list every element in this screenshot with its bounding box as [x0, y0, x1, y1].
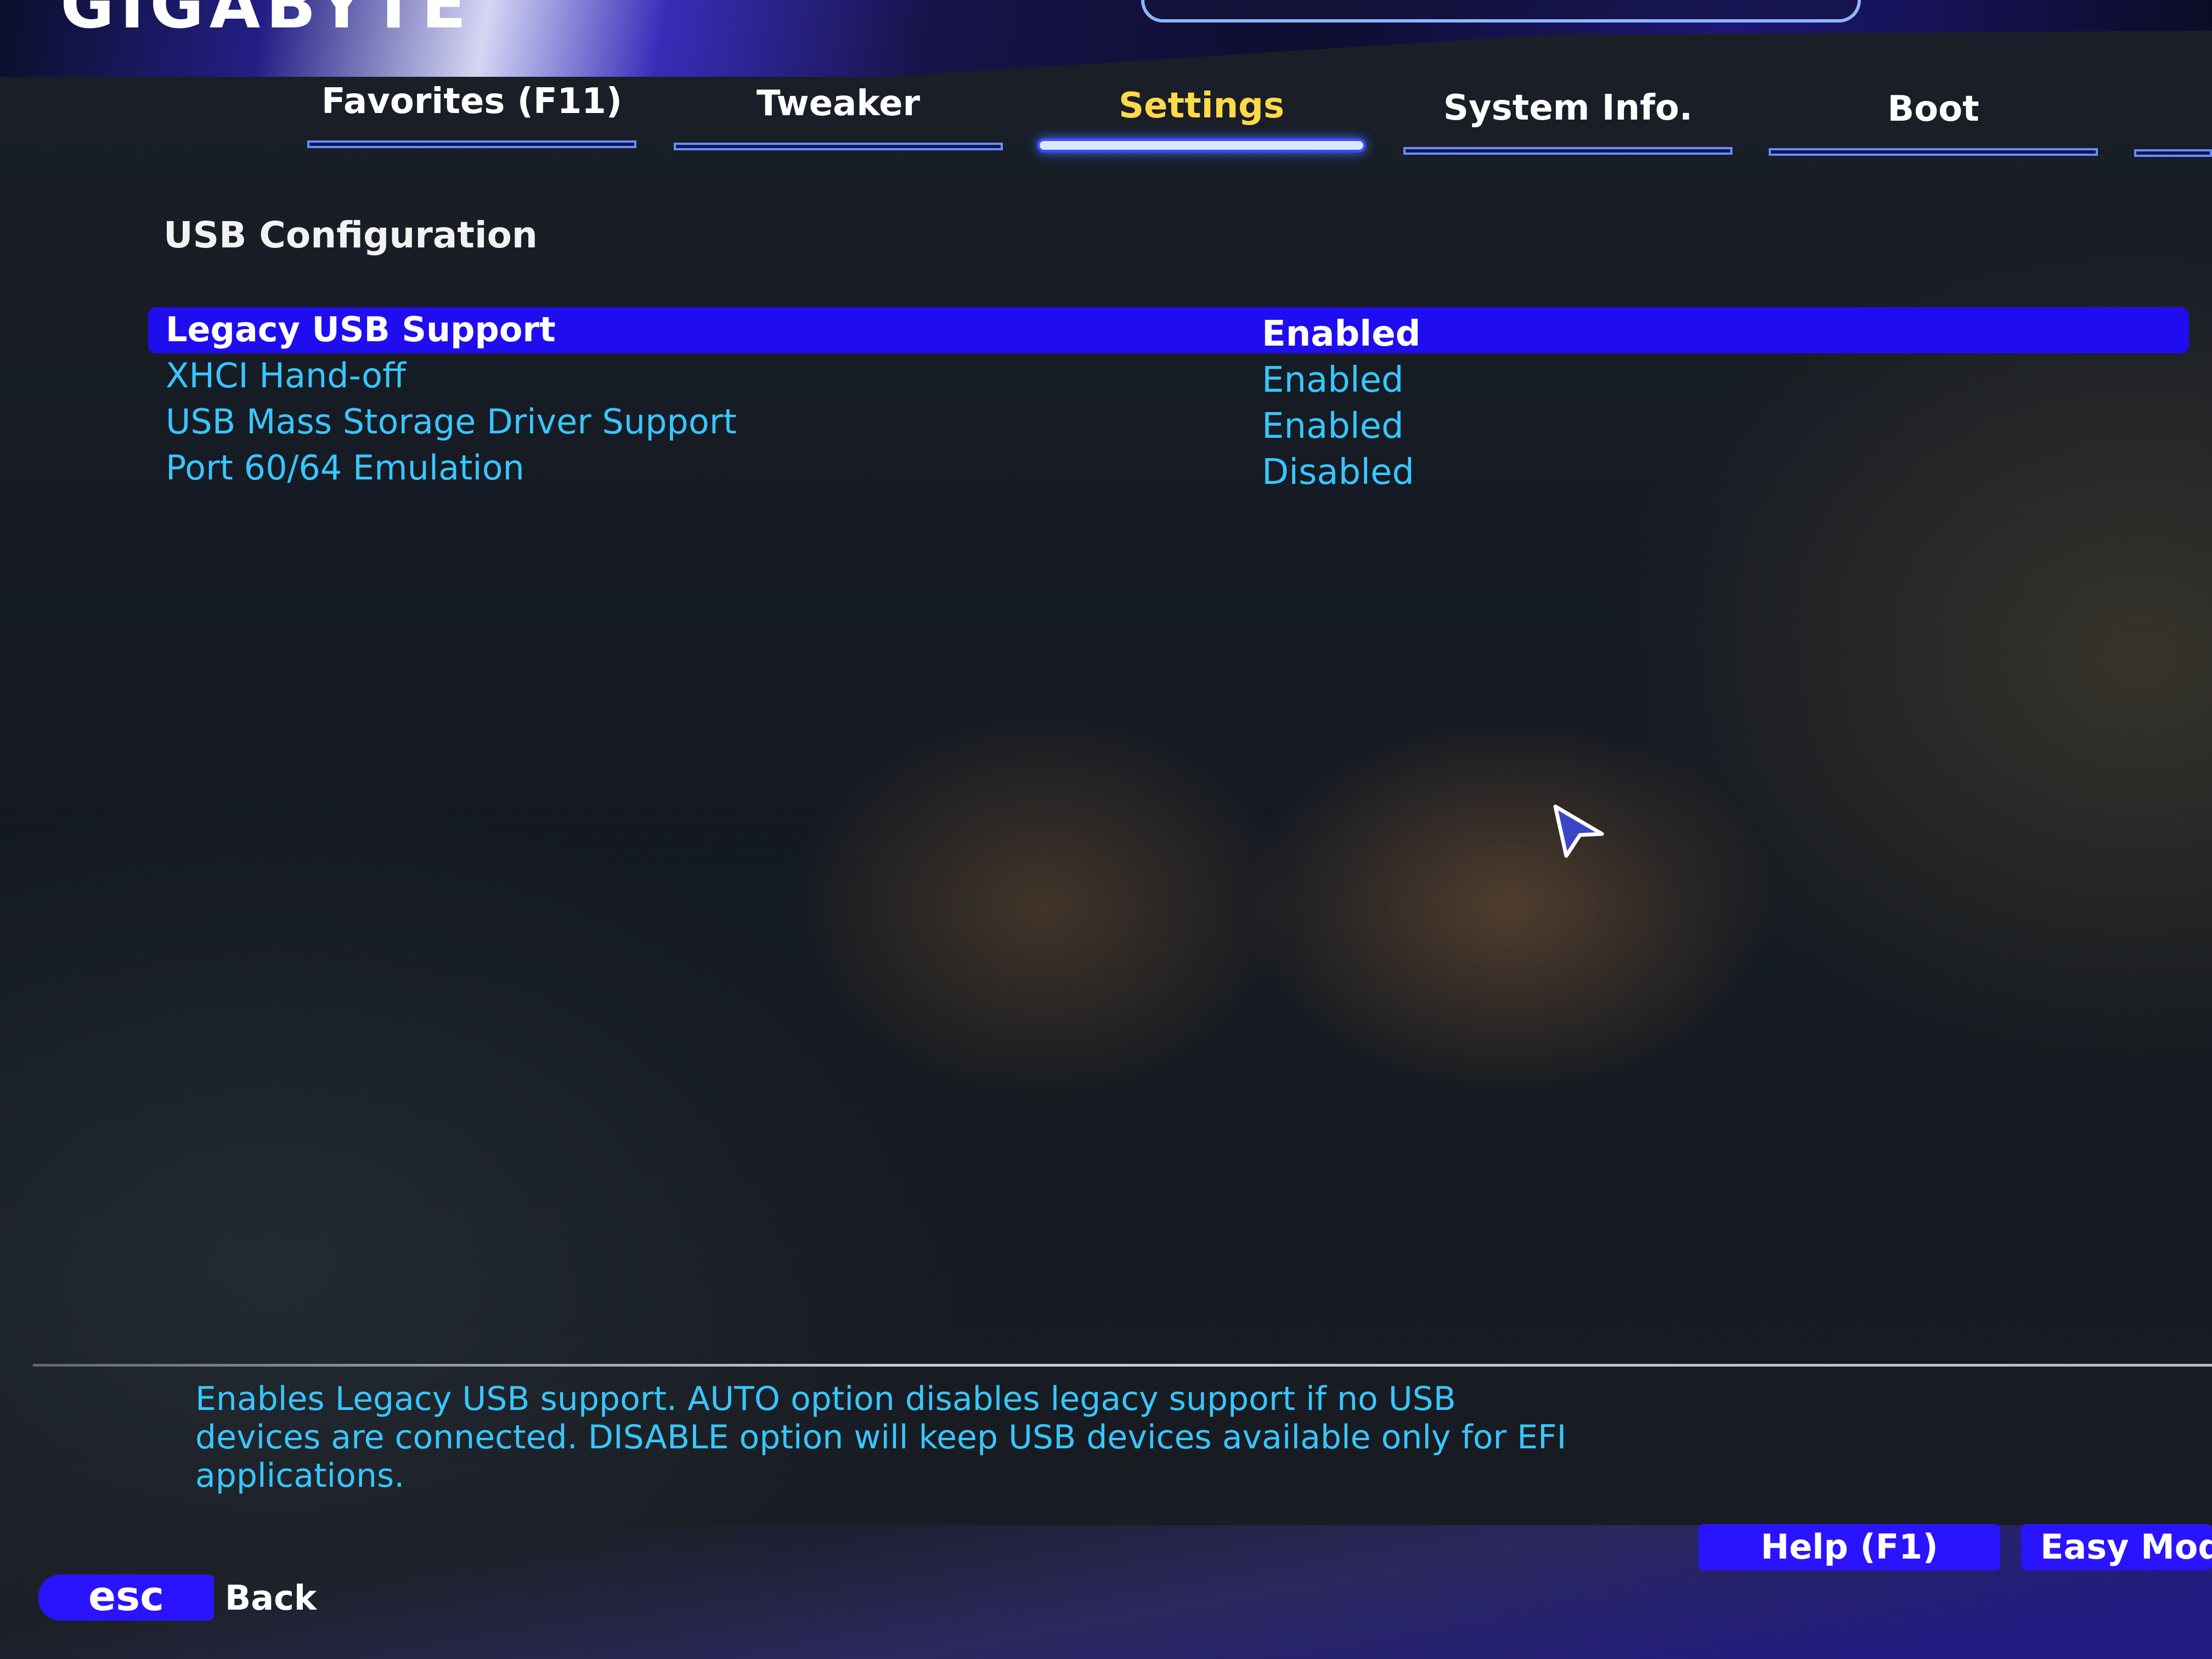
mouse-pointer-icon: [1553, 804, 1604, 858]
setting-label: Legacy USB Support: [166, 309, 556, 349]
tab-tweaker[interactable]: Tweaker: [674, 79, 1003, 150]
setting-label: Port 60/64 Emulation: [166, 448, 524, 488]
help-button-label: Help (F1): [1760, 1527, 1938, 1567]
help-divider: [33, 1364, 2212, 1367]
tab-system-info[interactable]: System Info.: [1403, 83, 1733, 155]
esc-button[interactable]: esc: [38, 1575, 214, 1621]
tab-underline: [1769, 148, 2098, 156]
tab-label: Settings: [1118, 86, 1285, 126]
page-title: USB Configuration: [163, 214, 538, 256]
tab-underline: [2134, 149, 2212, 157]
top-frame-decoration: [1141, 0, 1861, 22]
settings-list: Legacy USB Support Enabled XHCI Hand-off…: [148, 307, 2189, 493]
help-description: Enables Legacy USB support. AUTO option …: [195, 1380, 1567, 1495]
tab-underline: [674, 143, 1003, 150]
setting-label: USB Mass Storage Driver Support: [166, 402, 737, 442]
setting-value[interactable]: Enabled: [1262, 360, 1404, 400]
tab-favorites[interactable]: Favorites (F11): [307, 77, 636, 148]
setting-xhci-hand-off[interactable]: XHCI Hand-off Enabled: [148, 353, 2189, 400]
tab-underline: [307, 140, 636, 148]
setting-usb-mass-storage-driver-support[interactable]: USB Mass Storage Driver Support Enabled: [148, 399, 2189, 447]
easy-mode-button[interactable]: Easy Mode: [2021, 1524, 2212, 1570]
brand-logo: GIGABYTE: [60, 0, 472, 43]
setting-port-60-64-emulation[interactable]: Port 60/64 Emulation Disabled: [148, 445, 2189, 493]
tab-label: Boot: [1887, 89, 1979, 129]
tab-label: Favorites (F11): [321, 81, 622, 122]
setting-label: XHCI Hand-off: [166, 356, 406, 396]
bios-screen: GIGABYTE Favorites (F11) Tweaker Setting…: [0, 0, 2212, 1659]
setting-value[interactable]: Enabled: [1262, 406, 1404, 447]
tab-label: Tweaker: [756, 83, 921, 124]
help-button[interactable]: Help (F1): [1699, 1524, 2000, 1570]
setting-value[interactable]: Disabled: [1262, 452, 1414, 493]
esc-key-label: esc: [88, 1573, 165, 1620]
setting-value[interactable]: Enabled: [1262, 314, 1420, 354]
tab-boot[interactable]: Boot: [1769, 84, 2098, 156]
tab-next-partial[interactable]: [2134, 86, 2212, 157]
tab-underline: [1403, 147, 1733, 155]
setting-legacy-usb-support[interactable]: Legacy USB Support Enabled: [148, 307, 2189, 354]
tab-bar: Favorites (F11) Tweaker Settings System …: [0, 77, 2212, 165]
tab-label: System Info.: [1443, 88, 1693, 128]
back-label: Back: [225, 1578, 317, 1618]
tab-underline-active: [1037, 138, 1366, 153]
tab-settings[interactable]: Settings: [1037, 81, 1366, 153]
easy-mode-button-label: Easy Mode: [2040, 1527, 2212, 1567]
